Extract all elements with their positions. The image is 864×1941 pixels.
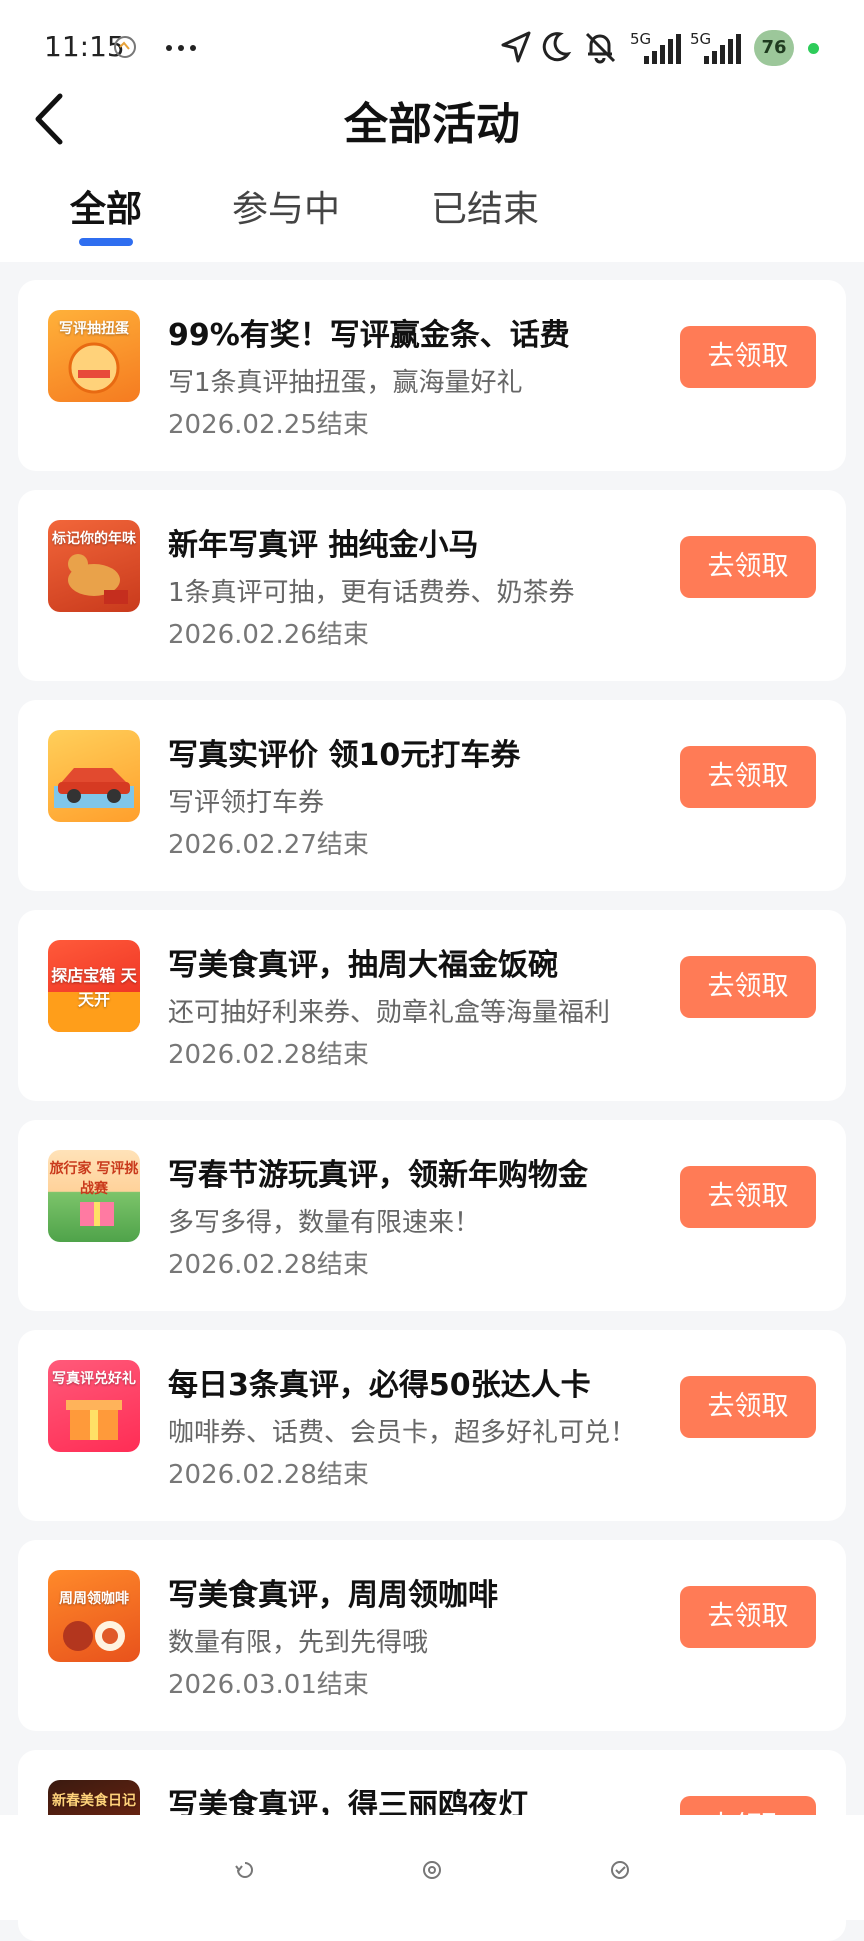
thumbnail-text: 写真评兑好礼 <box>52 1371 136 1387</box>
activity-subtitle: 1条真评可抽，更有话费券、奶茶券 <box>168 578 575 608</box>
claim-button[interactable]: 去领取 <box>680 1376 816 1438</box>
activity-subtitle: 多写多得，数量有限速来！ <box>168 1208 481 1238</box>
activity-card[interactable]: 周周领咖啡 写美食真评，周周领咖啡 数量有限，先到先得哦 2026.03.01结… <box>18 1540 846 1731</box>
thumbnail-text: 周周领咖啡 <box>59 1591 129 1607</box>
signal-icon-1 <box>630 32 682 68</box>
activity-card[interactable]: 写评抽扭蛋 99%有奖！写评赢金条、话费 写1条真评抽扭蛋，赢海量好礼 2026… <box>18 280 846 471</box>
car-icon <box>54 768 134 808</box>
page-title: 全部活动 <box>344 99 520 150</box>
activity-card[interactable]: 旅行家 写评挑战赛 写春节游玩真评，领新年购物金 多写多得，数量有限速来！ 20… <box>18 1120 846 1311</box>
thumbnail-text: 新春美食日记 <box>52 1793 136 1809</box>
nav-home-icon[interactable] <box>417 1855 447 1885</box>
activity-thumbnail: 探店宝箱 天天开 <box>48 940 140 1032</box>
muted-bell-icon <box>582 30 618 66</box>
thumbnail-text: 写评抽扭蛋 <box>59 321 129 337</box>
thumbnail-text: 旅行家 写评挑战赛 <box>49 1161 139 1197</box>
nav-back-icon[interactable] <box>230 1855 260 1885</box>
activity-thumbnail <box>48 730 140 822</box>
activity-title: 写美食真评，周周领咖啡 <box>168 1578 498 1613</box>
activity-thumbnail: 标记你的年味 <box>48 520 140 612</box>
thumbnail-text: 探店宝箱 天天开 <box>51 966 137 1009</box>
system-navigation-bar <box>0 1815 864 1920</box>
claim-button[interactable]: 去领取 <box>680 746 816 808</box>
privacy-indicator-dot <box>808 43 819 54</box>
activity-end-date: 2026.02.27结束 <box>168 830 369 860</box>
claim-button[interactable]: 去领取 <box>680 956 816 1018</box>
do-not-disturb-moon-icon <box>540 30 572 66</box>
activity-subtitle: 写1条真评抽扭蛋，赢海量好礼 <box>168 368 523 398</box>
location-icon <box>500 30 532 66</box>
activity-end-date: 2026.02.28结束 <box>168 1460 369 1490</box>
claim-button[interactable]: 去领取 <box>680 1166 816 1228</box>
activity-subtitle: 还可抽好利来券、勋章礼盒等海量福利 <box>168 998 611 1028</box>
activity-title: 写真实评价 领10元打车券 <box>168 738 521 773</box>
thumbnail-text: 标记你的年味 <box>52 531 136 547</box>
activity-thumbnail: 写真评兑好礼 <box>48 1360 140 1452</box>
activity-end-date: 2026.02.28结束 <box>168 1250 369 1280</box>
nav-recents-icon[interactable] <box>605 1855 635 1885</box>
coffee-cup-icon <box>63 1621 125 1651</box>
activity-end-date: 2026.03.01结束 <box>168 1670 369 1700</box>
activity-card[interactable]: 标记你的年味 新年写真评 抽纯金小马 1条真评可抽，更有话费券、奶茶券 2026… <box>18 490 846 681</box>
activity-title: 新年写真评 抽纯金小马 <box>168 528 479 563</box>
activity-title: 每日3条真评，必得50张达人卡 <box>168 1368 591 1403</box>
activity-card[interactable]: 写真评兑好礼 每日3条真评，必得50张达人卡 咖啡券、话费、会员卡，超多好礼可兑… <box>18 1330 846 1521</box>
claim-button[interactable]: 去领取 <box>680 326 816 388</box>
activity-subtitle: 写评领打车券 <box>168 788 325 818</box>
activity-thumbnail: 旅行家 写评挑战赛 <box>48 1150 140 1242</box>
activity-title: 写春节游玩真评，领新年购物金 <box>168 1158 588 1193</box>
activity-end-date: 2026.02.25结束 <box>168 410 369 440</box>
tab-ended[interactable]: 已结束 <box>431 180 539 232</box>
app-notification-icon <box>112 34 138 70</box>
claim-button[interactable]: 去领取 <box>680 1586 816 1648</box>
activity-thumbnail: 周周领咖啡 <box>48 1570 140 1662</box>
activity-card[interactable]: 探店宝箱 天天开 写美食真评，抽周大福金饭碗 还可抽好利来券、勋章礼盒等海量福利… <box>18 910 846 1101</box>
activity-title: 写美食真评，抽周大福金饭碗 <box>168 948 558 983</box>
signal-icon-2 <box>690 32 742 68</box>
active-tab-indicator <box>79 238 133 246</box>
activity-card[interactable]: 写真实评价 领10元打车券 写评领打车券 2026.02.27结束 去领取 <box>18 700 846 891</box>
status-bar: 11:15 5G 5G 76 <box>0 0 864 100</box>
activity-subtitle: 数量有限，先到先得哦 <box>168 1628 429 1658</box>
activity-title: 99%有奖！写评赢金条、话费 <box>168 318 570 353</box>
activity-subtitle: 咖啡券、话费、会员卡，超多好礼可兑！ <box>168 1418 637 1448</box>
more-notifications-icon <box>164 30 198 66</box>
activity-end-date: 2026.02.26结束 <box>168 620 369 650</box>
tab-participating[interactable]: 参与中 <box>232 180 340 232</box>
activity-thumbnail: 写评抽扭蛋 <box>48 310 140 402</box>
claim-button[interactable]: 去领取 <box>680 536 816 598</box>
battery-level: 76 <box>754 30 794 66</box>
tab-all[interactable]: 全部 <box>70 180 142 232</box>
activity-end-date: 2026.02.28结束 <box>168 1040 369 1070</box>
